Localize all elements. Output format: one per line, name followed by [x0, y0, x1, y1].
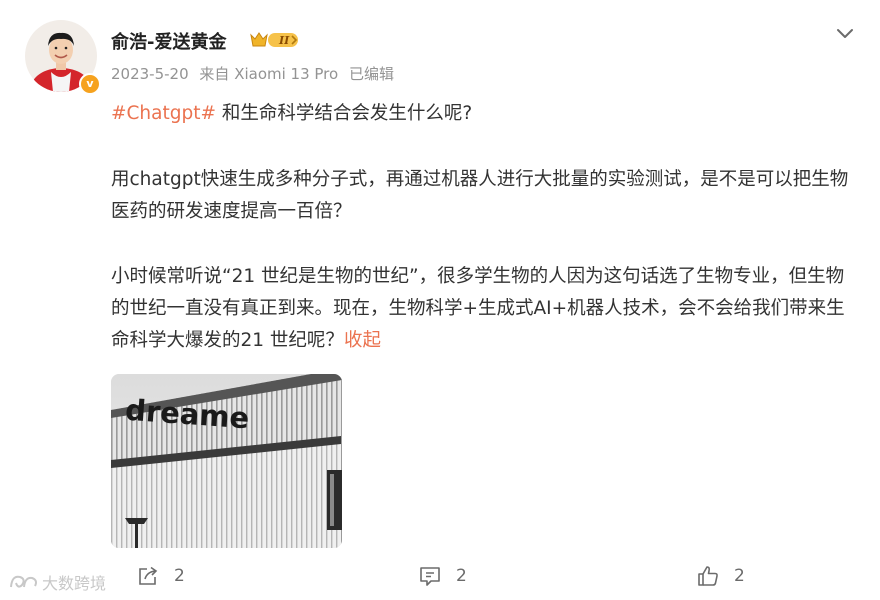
watermark: 大数跨境	[8, 570, 106, 594]
post-text-paragraph2: 用chatgpt快速生成多种分子式，再通过机器人进行大批量的实验测试，是不是可以…	[111, 169, 849, 222]
post-edited-flag[interactable]: 已编辑	[349, 65, 394, 83]
author-name[interactable]: 俞浩-爱送黄金	[111, 28, 226, 54]
comment-button[interactable]: 2	[418, 564, 467, 588]
action-bar: 2 2 2	[0, 556, 880, 596]
vip-level-badge: II	[250, 32, 298, 47]
post-text-line1-rest: 和生命科学结合会发生什么呢?	[215, 103, 473, 124]
comment-count: 2	[456, 566, 467, 586]
chevron-down-icon[interactable]	[834, 22, 856, 44]
share-icon	[139, 566, 158, 585]
share-button[interactable]: 2	[136, 564, 185, 588]
post-text-line1: #Chatgpt# 和生命科学结合会发生什么呢?	[111, 98, 472, 130]
watermark-text: 大数跨境	[42, 574, 107, 593]
collapse-link[interactable]: 收起	[344, 330, 381, 351]
comment-icon	[420, 567, 440, 586]
hashtag-link[interactable]: #Chatgpt#	[111, 103, 216, 124]
weibo-post-card: v 俞浩-爱送黄金 II 2023-5-20 来自 Xiaomi 13 Pro …	[0, 0, 880, 600]
post-source: 来自 Xiaomi 13 Pro	[199, 65, 339, 83]
building-photo: dreame	[111, 374, 342, 548]
post-text-paragraph3: 小时候常听说“21 世纪是生物的世纪”，很多学生物的人因为这句话选了生物专业，但…	[111, 261, 856, 357]
verified-badge: v	[79, 73, 101, 95]
like-button[interactable]: 2	[696, 564, 745, 588]
watermark-logo-icon	[10, 575, 37, 588]
post-text-paragraph3-body: 小时候常听说“21 世纪是生物的世纪”，很多学生物的人因为这句话选了生物专业，但…	[111, 266, 845, 351]
author-avatar[interactable]: v	[25, 20, 101, 95]
post-meta: 2023-5-20 来自 Xiaomi 13 Pro 已编辑	[111, 63, 400, 84]
thumbs-up-icon	[698, 566, 718, 586]
post-date[interactable]: 2023-5-20	[111, 65, 189, 83]
like-count: 2	[734, 566, 745, 586]
vip-level-text: II	[278, 34, 290, 47]
post-image[interactable]: dreame	[111, 374, 342, 548]
share-count: 2	[174, 566, 185, 586]
